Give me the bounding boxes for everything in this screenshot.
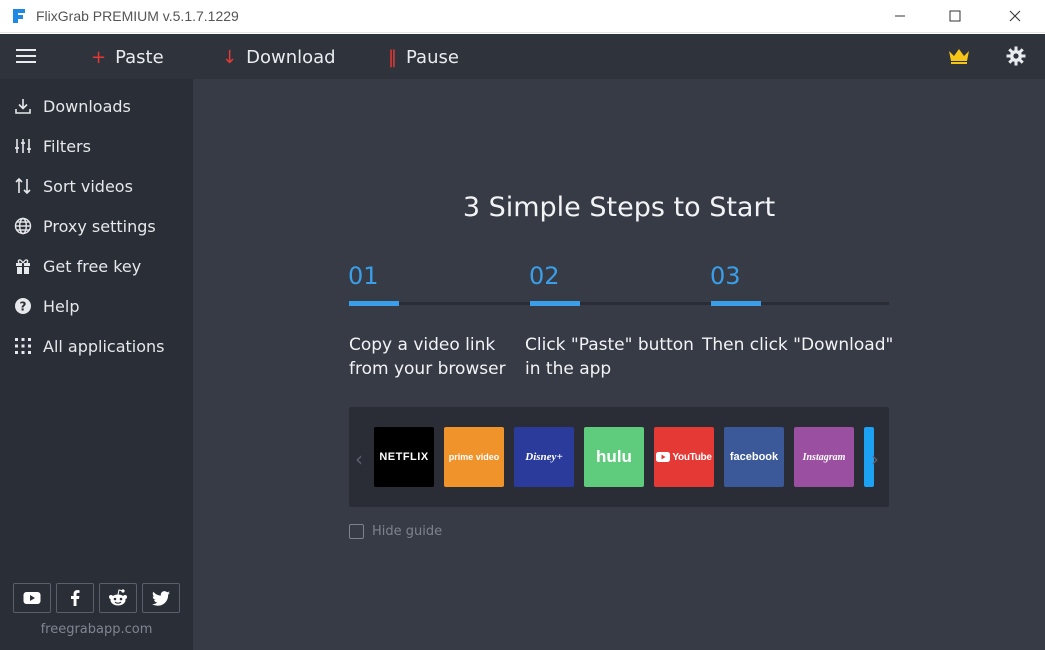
- globe-icon: [13, 216, 33, 236]
- gear-icon[interactable]: [1006, 46, 1026, 66]
- step-indicator: [349, 301, 399, 306]
- help-icon: ?: [13, 296, 33, 316]
- services-carousel: ‹ NETFLIX prime video Disney+ hulu YouTu…: [349, 407, 889, 507]
- service-label: hulu: [596, 447, 632, 466]
- chevron-left-icon[interactable]: ‹: [355, 447, 363, 471]
- step-text-line: in the app: [525, 359, 612, 379]
- twitter-icon: [152, 590, 170, 606]
- chevron-right-icon[interactable]: ›: [871, 447, 879, 471]
- step-text-line: from your browser: [349, 359, 506, 379]
- flixgrab-logo-icon: [13, 9, 25, 23]
- sidebar-item-sort-videos[interactable]: Sort videos: [0, 170, 193, 202]
- guide-headline: 3 Simple Steps to Start: [462, 192, 776, 223]
- step-description: Click "Paste" button in the app: [525, 333, 694, 381]
- step-description: Copy a video link from your browser: [349, 333, 506, 381]
- main-panel: 3 Simple Steps to Start 01 02 03 Copy a …: [193, 79, 1045, 650]
- minimize-icon: [895, 15, 905, 17]
- step-number: 01: [348, 262, 379, 290]
- apps-grid-icon: [13, 336, 33, 356]
- reddit-button[interactable]: [99, 583, 137, 613]
- sidebar: Downloads Filters Sort videos Proxy sett…: [0, 79, 193, 650]
- close-button[interactable]: [992, 0, 1038, 32]
- facebook-icon: [71, 590, 80, 606]
- step-number: 02: [529, 262, 560, 290]
- service-prime-video[interactable]: prime video: [444, 427, 504, 487]
- facebook-button[interactable]: [56, 583, 94, 613]
- youtube-button[interactable]: [13, 583, 51, 613]
- title-bar: FlixGrab PREMIUM v.5.1.7.1229: [0, 0, 1045, 33]
- sidebar-item-proxy-settings[interactable]: Proxy settings: [0, 210, 193, 242]
- maximize-icon: [949, 10, 961, 22]
- step-text-line: Click "Paste" button: [525, 335, 694, 355]
- paste-button[interactable]: + Paste: [91, 45, 164, 69]
- plus-icon: +: [91, 46, 107, 68]
- step-text-line: Copy a video link: [349, 335, 496, 355]
- window-title: FlixGrab PREMIUM v.5.1.7.1229: [36, 8, 239, 24]
- hide-guide-option[interactable]: Hide guide: [349, 524, 442, 539]
- download-label: Download: [246, 46, 336, 68]
- service-label: prime video: [448, 452, 500, 462]
- maximize-button[interactable]: [932, 0, 978, 32]
- service-label: YouTube: [672, 451, 712, 463]
- gift-icon: [13, 256, 33, 276]
- download-icon: [13, 96, 33, 116]
- sidebar-item-label: All applications: [43, 336, 165, 356]
- step-indicator: [711, 301, 761, 306]
- pause-icon: ‖: [388, 46, 397, 68]
- pause-label: Pause: [406, 46, 459, 68]
- sidebar-item-label: Proxy settings: [43, 216, 156, 236]
- hide-guide-checkbox[interactable]: [349, 524, 364, 539]
- sidebar-item-filters[interactable]: Filters: [0, 130, 193, 162]
- sidebar-item-help[interactable]: ? Help: [0, 290, 193, 322]
- twitter-button[interactable]: [142, 583, 180, 613]
- youtube-icon: [23, 592, 41, 604]
- step-indicator: [530, 301, 580, 306]
- sort-icon: [13, 176, 33, 196]
- sidebar-item-label: Downloads: [43, 96, 131, 116]
- crown-icon[interactable]: [948, 47, 970, 65]
- service-youtube[interactable]: YouTube: [654, 427, 714, 487]
- sidebar-item-label: Sort videos: [43, 176, 133, 196]
- sidebar-item-all-applications[interactable]: All applications: [0, 330, 193, 362]
- svg-text:?: ?: [20, 300, 27, 314]
- toolbar: + Paste ↓ Download ‖ Pause: [0, 34, 1045, 79]
- sidebar-item-label: Get free key: [43, 256, 142, 276]
- arrow-down-icon: ↓: [222, 46, 238, 68]
- hide-guide-label: Hide guide: [372, 524, 443, 539]
- service-facebook[interactable]: facebook: [724, 427, 784, 487]
- sidebar-item-downloads[interactable]: Downloads: [0, 90, 193, 122]
- sidebar-item-label: Filters: [43, 136, 91, 156]
- reddit-icon: [109, 589, 127, 606]
- sidebar-item-get-free-key[interactable]: Get free key: [0, 250, 193, 282]
- step-text-line: Then click "Download": [702, 335, 894, 355]
- service-label: Instagram: [802, 451, 846, 463]
- paste-label: Paste: [115, 46, 164, 68]
- pause-button[interactable]: ‖ Pause: [388, 45, 459, 69]
- service-label: Disney+: [525, 451, 563, 463]
- service-label: facebook: [729, 451, 779, 463]
- download-button[interactable]: ↓ Download: [222, 45, 336, 69]
- filter-sliders-icon: [13, 136, 33, 156]
- service-label: NETFLIX: [379, 451, 429, 463]
- service-disney-plus[interactable]: Disney+: [514, 427, 574, 487]
- hamburger-icon[interactable]: [16, 48, 36, 64]
- service-netflix[interactable]: NETFLIX: [374, 427, 434, 487]
- site-link[interactable]: freegrabapp.com: [0, 622, 193, 637]
- step-description: Then click "Download": [702, 333, 893, 357]
- sidebar-item-label: Help: [43, 296, 80, 316]
- step-number: 03: [710, 262, 741, 290]
- youtube-icon: [656, 452, 671, 462]
- close-icon: [1009, 10, 1021, 22]
- service-hulu[interactable]: hulu: [584, 427, 644, 487]
- steps-progress-track: [349, 302, 889, 305]
- service-instagram[interactable]: Instagram: [794, 427, 854, 487]
- minimize-button[interactable]: [877, 0, 923, 32]
